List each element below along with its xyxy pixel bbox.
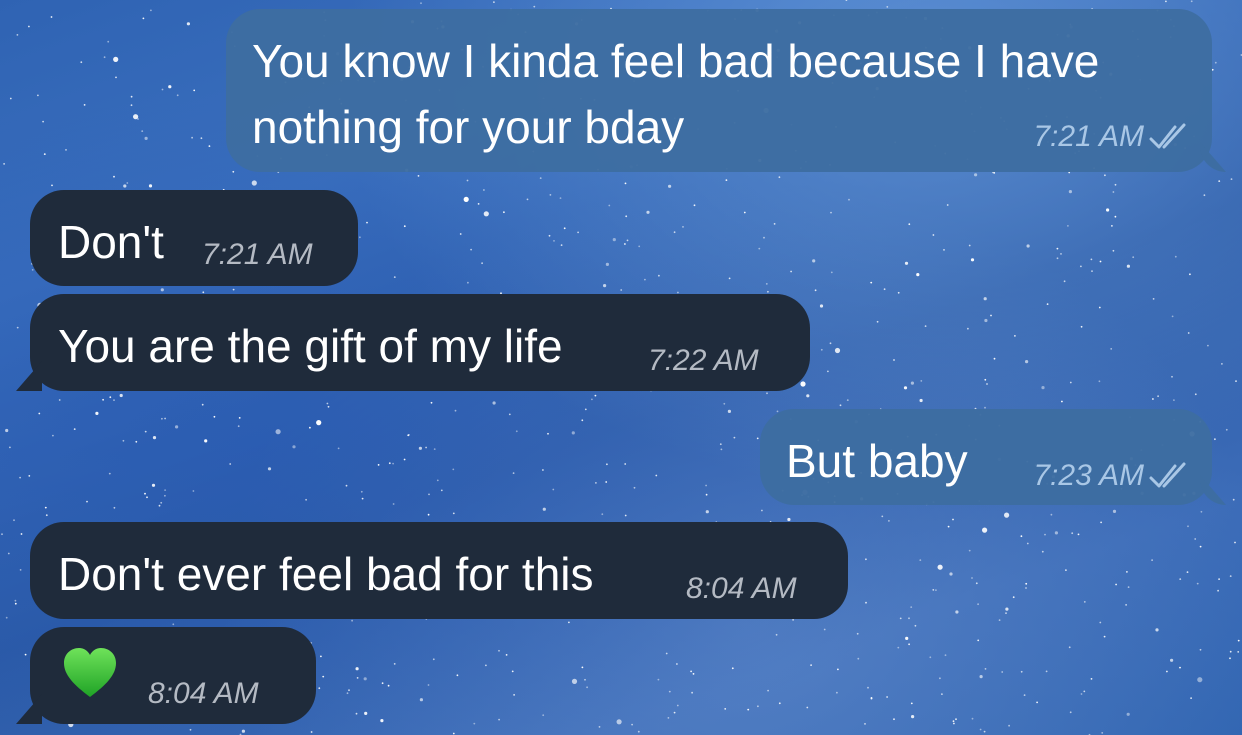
- message-text: nothing for your bday: [252, 101, 685, 153]
- green-heart-icon: [64, 648, 116, 697]
- incoming-message-bubble[interactable]: You are the gift of my life 7:22 AM: [16, 294, 810, 391]
- double-check-icon: [1149, 462, 1186, 488]
- incoming-message-bubble[interactable]: 8:04 AM: [16, 627, 316, 724]
- outgoing-message-bubble[interactable]: You know I kinda feel bad because I have…: [226, 9, 1226, 172]
- message-text: Don't: [58, 216, 164, 268]
- message-meta: 7:23 AM: [1033, 455, 1190, 497]
- message-time: 7:23 AM: [1033, 459, 1144, 492]
- message-meta: 8:04 AM: [148, 673, 259, 715]
- message-text: You are the gift of my life: [58, 320, 563, 372]
- outgoing-message-bubble[interactable]: But baby 7:23 AM: [760, 409, 1226, 505]
- message-meta: 8:04 AM: [686, 568, 797, 610]
- message-text: Don't ever feel bad for this: [58, 548, 594, 600]
- message-meta: 7:21 AM: [1033, 116, 1190, 158]
- message-meta: 7:21 AM: [202, 234, 313, 276]
- message-text: You know I kinda feel bad because I have: [252, 35, 1100, 87]
- message-time: 8:04 AM: [686, 572, 797, 605]
- message-time: 7:22 AM: [648, 344, 759, 377]
- message-time: 7:21 AM: [1033, 120, 1144, 153]
- incoming-message-bubble[interactable]: Don't 7:21 AM: [30, 190, 358, 286]
- message-time: 7:21 AM: [202, 238, 313, 271]
- message-meta: 7:22 AM: [648, 340, 759, 382]
- double-check-icon: [1149, 123, 1186, 149]
- incoming-message-bubble[interactable]: Don't ever feel bad for this 8:04 AM: [30, 522, 848, 619]
- message-time: 8:04 AM: [148, 677, 259, 710]
- message-text: But baby: [786, 435, 968, 487]
